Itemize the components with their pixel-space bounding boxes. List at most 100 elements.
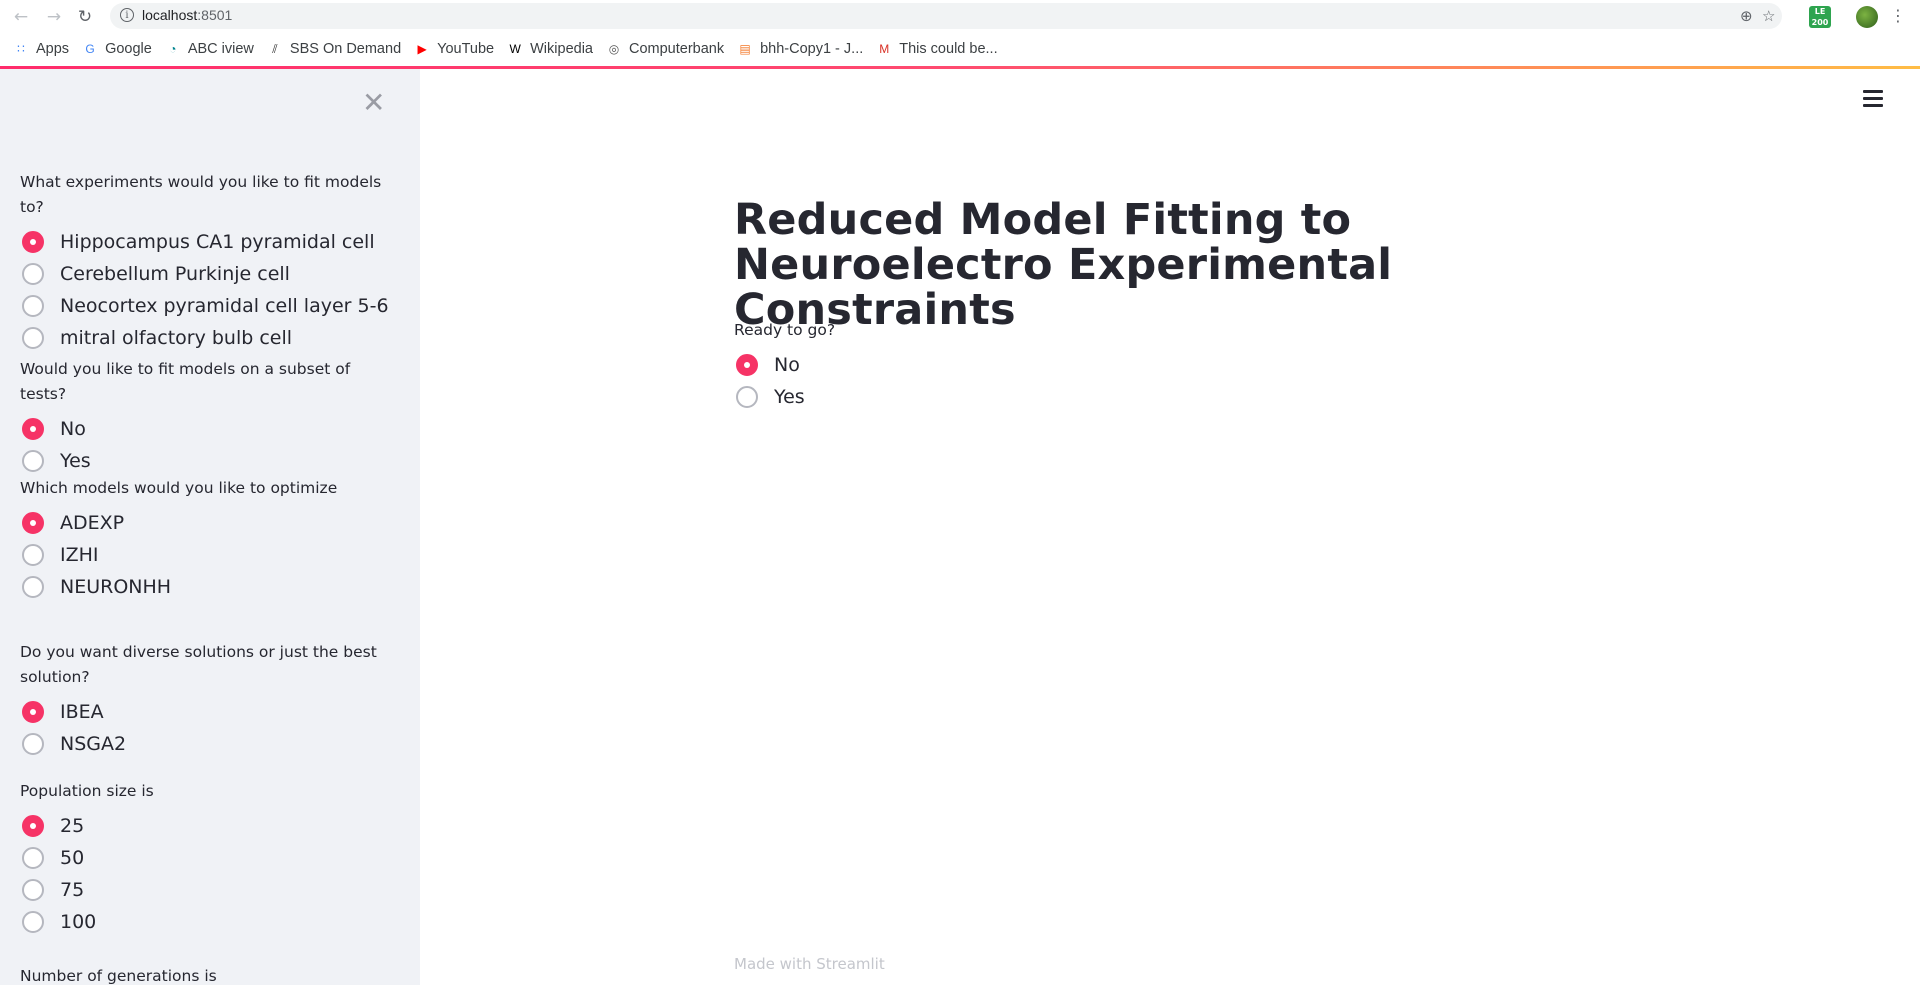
radio-unselected-icon[interactable] [22,847,44,869]
radio-selected-icon[interactable] [22,701,44,723]
bookmark-item[interactable]: ◔ ABC iview [166,41,254,57]
option-label: IZHI [60,544,99,566]
population-size-option[interactable]: 25 [20,810,390,842]
experiment-radio-group: What experiments would you like to fit m… [20,170,390,354]
radio-selected-icon[interactable] [22,512,44,534]
ready-label: Ready to go? [734,321,836,339]
bookmark-star-icon[interactable]: ☆ [1762,7,1775,25]
population-size-option[interactable]: 100 [20,906,390,938]
bookmark-item[interactable]: G Google [83,41,152,57]
bookmark-label: This could be... [899,41,998,57]
globe-icon: ◎ [608,42,620,56]
bookmark-label: SBS On Demand [289,41,402,57]
subset-tests-option[interactable]: Yes [20,445,390,477]
radio-selected-icon[interactable] [22,231,44,253]
model-label: Which models would you like to optimize [20,479,338,497]
radio-unselected-icon[interactable] [22,544,44,566]
jupyter-icon: ▤ [739,42,751,56]
generations-label: Number of generations is [20,967,217,985]
reload-icon[interactable]: ↻ [74,6,96,28]
population-size-radio-group: Population size is 25 50 75 100 [20,779,390,938]
close-sidebar-icon[interactable]: ✕ [362,89,385,117]
algorithm-radio-group: Do you want diverse solutions or just th… [20,640,390,760]
page-title: Reduced Model Fitting to Neuroelectro Ex… [734,195,1393,335]
population-size-option[interactable]: 50 [20,842,390,874]
url-text[interactable]: localhost:8501 [142,7,232,23]
option-label: 100 [60,911,97,933]
forward-icon[interactable]: → [43,6,65,28]
bookmark-label: Google [105,41,152,57]
model-option[interactable]: NEURONHH [20,571,390,603]
radio-unselected-icon[interactable] [22,733,44,755]
option-label: Yes [60,450,91,472]
option-label: ADEXP [60,512,125,534]
option-label: 25 [60,815,85,837]
option-label: IBEA [60,701,104,723]
model-option[interactable]: IZHI [20,539,390,571]
profile-avatar[interactable] [1856,6,1878,28]
browser-toolbar: ← → ↻ i localhost:8501 ⊕ ☆ LE 200 ⋮ [0,0,1920,33]
bookmark-label: YouTube [437,41,495,57]
radio-selected-icon[interactable] [736,354,758,376]
browser-menu-icon[interactable]: ⋮ [1890,6,1906,25]
site-info-icon[interactable]: i [120,8,134,22]
option-label: mitral olfactory bulb cell [60,327,293,349]
radio-unselected-icon[interactable] [22,327,44,349]
radio-unselected-icon[interactable] [22,295,44,317]
radio-selected-icon[interactable] [22,815,44,837]
apps-grid-icon: ∷ [17,42,25,56]
generations-radio-group: Number of generations is [20,964,390,985]
algorithm-label: Do you want diverse solutions or just th… [20,643,377,686]
ready-option[interactable]: No [734,349,835,381]
address-bar[interactable]: i localhost:8501 ⊕ ☆ [110,3,1782,29]
bookmark-item[interactable]: ∷ Apps [14,41,69,57]
experiment-option[interactable]: Neocortex pyramidal cell layer 5-6 [20,290,390,322]
gmail-icon: M [879,42,890,56]
population-size-option[interactable]: 75 [20,874,390,906]
option-label: No [60,418,86,440]
bookmark-item[interactable]: ◎ Computerbank [607,41,724,57]
radio-unselected-icon[interactable] [736,386,758,408]
footer-made-with[interactable]: Made with Streamlit [734,955,885,973]
radio-selected-icon[interactable] [22,418,44,440]
model-option[interactable]: ADEXP [20,507,390,539]
radio-unselected-icon[interactable] [22,576,44,598]
option-label: No [774,354,800,376]
radio-unselected-icon[interactable] [22,911,44,933]
radio-unselected-icon[interactable] [22,263,44,285]
radio-unselected-icon[interactable] [22,450,44,472]
subset-tests-option[interactable]: No [20,413,390,445]
option-label: NSGA2 [60,733,127,755]
algorithm-option[interactable]: NSGA2 [20,728,390,760]
ready-radio-group: Ready to go? No Yes [734,318,835,413]
experiment-option[interactable]: Hippocampus CA1 pyramidal cell [20,226,390,258]
bookmark-label: bhh-Copy1 - J... [760,41,864,57]
bookmark-item[interactable]: W Wikipedia [508,41,593,57]
option-label: 75 [60,879,85,901]
bookmark-item[interactable]: ⫽ SBS On Demand [268,41,401,57]
experiment-option[interactable]: mitral olfactory bulb cell [20,322,390,354]
wikipedia-icon: W [509,42,521,56]
experiment-option[interactable]: Cerebellum Purkinje cell [20,258,390,290]
bookmark-label: ABC iview [187,41,254,57]
bookmark-item[interactable]: ▤ bhh-Copy1 - J... [738,41,863,57]
radio-unselected-icon[interactable] [22,879,44,901]
bookmark-item[interactable]: ▶ YouTube [415,41,495,57]
back-icon[interactable]: ← [10,6,32,28]
sbs-icon: ⫽ [272,42,278,56]
subset-tests-label: Would you like to fit models on a subset… [20,360,351,403]
google-icon: G [85,42,95,56]
youtube-icon: ▶ [417,42,427,56]
ready-option[interactable]: Yes [734,381,835,413]
zoom-icon[interactable]: ⊕ [1740,7,1753,25]
option-label: Hippocampus CA1 pyramidal cell [60,231,375,253]
option-label: Yes [774,386,805,408]
algorithm-option[interactable]: IBEA [20,696,390,728]
model-radio-group: Which models would you like to optimize A… [20,476,390,603]
main-menu-icon[interactable] [1863,90,1883,108]
population-size-label: Population size is [20,782,154,800]
bookmark-item[interactable]: M This could be... [877,41,997,57]
option-label: Neocortex pyramidal cell layer 5-6 [60,295,389,317]
extension-icon[interactable]: LE 200 [1809,6,1831,28]
abc-iview-icon: ◔ [169,42,177,56]
